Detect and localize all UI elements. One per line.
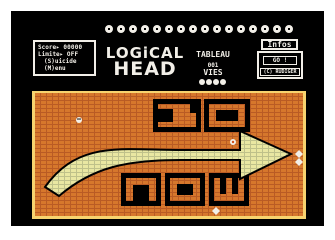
coin-icon [105,25,113,33]
life-icon [220,79,226,85]
infos-tab[interactable]: Infos [261,39,298,50]
g-letter-notch [190,99,196,113]
target-core [231,140,235,144]
limite-label: Limite▸ [38,51,64,58]
coin-icon [273,25,281,33]
vies-label: VIES [203,68,223,77]
game-logo: LOGiCAL HEAD [105,33,185,80]
coin-icon [261,25,269,33]
coin-icon [141,25,149,33]
coin-icon [201,25,209,33]
coin-icon [153,25,161,33]
coin-icon [165,25,173,33]
suicide-option[interactable]: (S)uicide [44,58,77,65]
life-icon [199,79,205,85]
lives-indicator [199,79,227,86]
game-board[interactable] [32,91,306,219]
infos-panel: GO ! (C) RUDIGER [257,51,303,79]
coin-icon [285,25,293,33]
board-playfield[interactable] [35,93,303,216]
coin-icon [177,25,185,33]
g-letter-hole [158,109,173,122]
coin-icon [189,25,197,33]
tableau-label: TABLEAU [196,50,230,59]
coin-icon [225,25,233,33]
limite-value: OFF [66,51,79,58]
w-letter-gap-left [220,178,226,194]
coin-icon [117,25,125,33]
coin-icon [213,25,221,33]
score-label: Score▸ [38,44,60,51]
w-letter-gap-right [232,178,238,194]
info-message: GO ! [263,56,297,65]
now-letters [121,173,249,206]
n-letter-hole [133,185,149,201]
life-icon [213,79,219,85]
score-panel: Score▸ 00000 Limite▸ OFF (S)uicide (M)en… [33,40,96,76]
coin-icon [129,25,137,33]
board-graphics [35,93,303,216]
logo-line2: HEAD [113,58,177,80]
player-eye-left [77,118,79,120]
info-credit: (C) RUDIGER [260,68,300,76]
coin-icon [249,25,257,33]
coin-row [105,25,302,33]
menu-option[interactable]: (M)enu [44,65,66,72]
game-screen: Score▸ 00000 Limite▸ OFF (S)uicide (M)en… [11,11,324,226]
score-value: 00000 [63,44,83,51]
player-eye-right [79,118,81,120]
player-marker[interactable] [76,117,82,123]
o2-letter-hole [177,184,193,195]
o-letter-hole [216,110,238,121]
w-letter-fill [214,178,244,201]
life-icon [206,79,212,85]
coin-icon [237,25,245,33]
